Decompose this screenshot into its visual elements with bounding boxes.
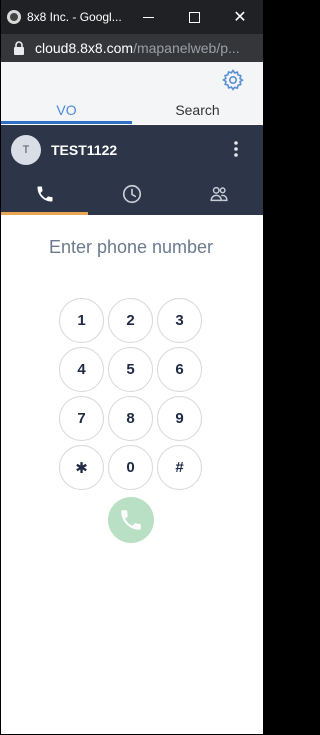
phone-icon [121,510,141,530]
key-0[interactable]: 0 [108,445,153,490]
key-3[interactable]: 3 [157,298,202,343]
url-text[interactable]: cloud8.8x8.com/mapanelweb/p... [35,40,259,56]
key-6[interactable]: 6 [157,347,202,392]
key-7[interactable]: 7 [59,396,104,441]
user-bar: T TEST1122 [1,125,263,215]
key-9[interactable]: 9 [157,396,202,441]
window-title: 8x8 Inc. - Googl... [27,10,122,24]
key-hash[interactable]: # [157,445,202,490]
tab-vo[interactable]: VO [1,98,132,124]
minimize-icon [142,16,154,18]
clock-icon [122,184,142,204]
app-panel: VO Search T TEST1122 Enter phone number … [1,62,263,734]
avatar[interactable]: T [11,135,41,165]
nav-dialer[interactable] [1,173,89,215]
title-bar: 8x8 Inc. - Googl... ✕ [1,0,263,34]
key-2[interactable]: 2 [108,298,153,343]
key-1[interactable]: 1 [59,298,104,343]
favicon-icon [7,10,21,24]
tab-search[interactable]: Search [132,98,263,124]
maximize-button[interactable] [171,0,217,34]
url-path: /mapanelweb/p... [133,40,240,56]
nav-bar [1,173,263,215]
close-button[interactable]: ✕ [217,0,263,34]
minimize-button[interactable] [125,0,171,34]
phone-number-input[interactable] [11,232,251,262]
contacts-icon [210,186,228,202]
key-star[interactable]: ✱ [59,445,104,490]
close-icon: ✕ [233,9,247,26]
lock-icon [14,41,24,55]
address-bar[interactable]: cloud8.8x8.com/mapanelweb/p... [1,34,263,62]
header: VO Search [1,62,263,124]
maximize-icon [188,11,200,23]
phone-icon [37,186,53,202]
browser-window: 8x8 Inc. - Googl... ✕ cloud8.8x8.com/map… [0,0,264,735]
key-8[interactable]: 8 [108,396,153,441]
nav-history[interactable] [88,173,175,215]
url-host: cloud8.8x8.com [35,40,134,56]
nav-contacts[interactable] [176,173,263,215]
call-button[interactable] [108,497,154,543]
kebab-icon[interactable] [230,139,242,159]
key-5[interactable]: 5 [108,347,153,392]
tab-bar: VO Search [1,98,263,124]
key-4[interactable]: 4 [59,347,104,392]
window-content: 8x8 Inc. - Googl... ✕ cloud8.8x8.com/map… [1,0,263,734]
gear-icon[interactable] [221,68,245,92]
user-name: TEST1122 [51,142,118,158]
